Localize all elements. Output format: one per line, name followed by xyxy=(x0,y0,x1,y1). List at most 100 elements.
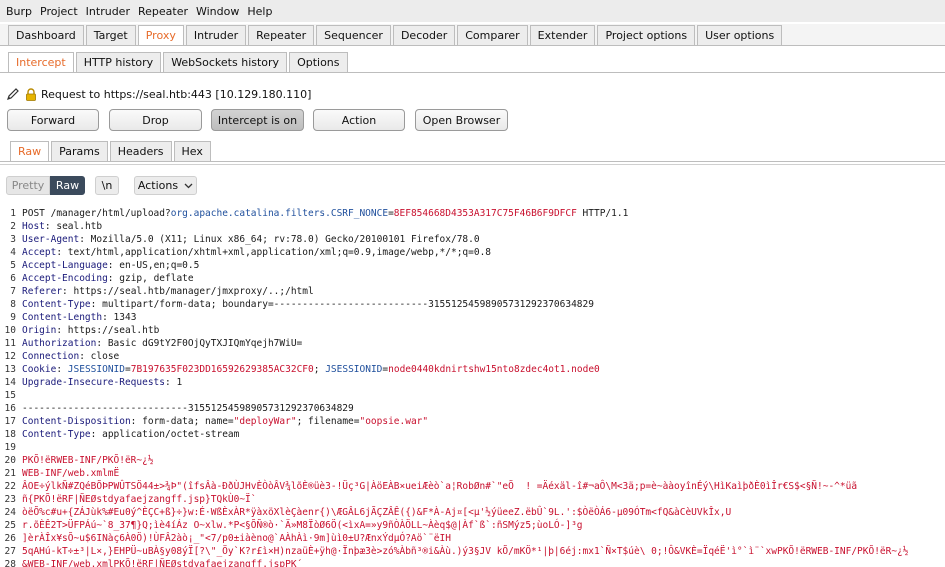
main-tabs: Dashboard Target Proxy Intruder Repeater Sequ… xyxy=(0,24,945,46)
line-number: 7 xyxy=(10,286,16,297)
header-sep: : xyxy=(130,416,143,427)
filename-value: "oopsie.war" xyxy=(359,416,429,427)
proxy-tab-intercept[interactable]: Intercept xyxy=(8,52,74,72)
line-number: 1 xyxy=(10,208,16,219)
menu-project[interactable]: Project xyxy=(40,5,78,18)
editor-line: 18 Content-Type: application/octet-stream xyxy=(0,428,945,441)
header-sep: : xyxy=(79,351,91,362)
header-sep: : xyxy=(107,273,120,284)
view-tab-params[interactable]: Params xyxy=(51,141,108,161)
request-editor[interactable]: 1 POST /manager/html/upload?org.apache.ca… xyxy=(0,207,945,567)
pencil-icon[interactable] xyxy=(6,87,20,101)
line-number: 24 xyxy=(4,507,16,518)
editor-line: 11 Authorization: Basic dG9tY2F0OjQyTXJIQ… xyxy=(0,337,945,350)
editor-line: 25 r.õÈÊ2T>ÜFPÁú~`8_37¶}Q;ìè4íÁz O~xlw.*P… xyxy=(0,519,945,532)
form-field-name: "deployWar" xyxy=(233,416,297,427)
line-number: 9 xyxy=(10,312,16,323)
editor-line: 2 Host: seal.htb xyxy=(0,220,945,233)
editor-line: 6 Accept-Encoding: gzip, deflate xyxy=(0,272,945,285)
line-number: 11 xyxy=(4,338,16,349)
editor-line: 17 Content-Disposition: form-data; name="… xyxy=(0,415,945,428)
tab-user-options[interactable]: User options xyxy=(697,25,783,45)
menu-window[interactable]: Window xyxy=(196,5,239,18)
tab-extender[interactable]: Extender xyxy=(529,25,596,45)
header-name: Content-Disposition xyxy=(22,416,131,427)
open-browser-button[interactable]: Open Browser xyxy=(415,109,508,131)
line-number: 18 xyxy=(4,429,16,440)
forward-button[interactable]: Forward xyxy=(7,109,99,131)
header-sep: : xyxy=(90,429,103,440)
line-code: PKÕ!ëRWEB-INF/PKÕ!ëR~¿½ xyxy=(22,454,154,467)
editor-line: 7 Referer: https://seal.htb/manager/jmxpr… xyxy=(0,285,945,298)
menu-bar: Burp Project Intruder Repeater Window Help xyxy=(0,0,945,22)
editor-line: 23 ñ{PKÕ!ëRF|ÑEØstdyafaejzangff.jsp}TQkÙ0… xyxy=(0,493,945,506)
cd-prefix: form-data; name= xyxy=(142,416,234,427)
pretty-toggle[interactable]: Pretty xyxy=(6,176,50,195)
tab-target[interactable]: Target xyxy=(85,25,136,45)
header-value: https://seal.htb/manager/jmxproxy/..;/ht… xyxy=(73,286,314,297)
header-value: gzip, deflate xyxy=(119,273,194,284)
line-code: Origin: https://seal.htb xyxy=(22,324,159,337)
editor-line: 4 Accept: text/html,application/xhtml+xml… xyxy=(0,246,945,259)
menu-burp[interactable]: Burp xyxy=(6,5,32,18)
menu-repeater[interactable]: Repeater xyxy=(138,5,188,18)
cookie-name: JSESSIONID xyxy=(325,364,383,375)
editor-line: 26]èrÀÎx¥sÕ~u$6INàç6À0Ö)!ÙFÂ2àò¡_"<7/p0±… xyxy=(0,532,945,545)
tab-proxy[interactable]: Proxy xyxy=(137,25,184,45)
line-code: Accept-Encoding: gzip, deflate xyxy=(22,272,194,285)
multipart-boundary: -----------------------------31551254598… xyxy=(22,403,354,414)
proxy-tab-http-history[interactable]: HTTP history xyxy=(75,52,162,72)
view-tab-headers[interactable]: Headers xyxy=(109,141,172,161)
raw-toggle[interactable]: Raw xyxy=(50,176,85,195)
line-code: 5qAHú-kT÷±³|L×,}EHPÜ~uBÀ§y08ýÏ[?\"_Öy`K?… xyxy=(22,545,909,558)
cookie-sep: ; xyxy=(313,364,326,375)
tab-decoder[interactable]: Decoder xyxy=(392,25,456,45)
header-sep: : xyxy=(79,234,91,245)
line-number: 28 xyxy=(4,559,16,567)
menu-help[interactable]: Help xyxy=(247,5,272,18)
header-name: Cookie xyxy=(22,364,57,375)
line-number: 27 xyxy=(4,546,16,557)
view-tab-raw[interactable]: Raw xyxy=(10,141,50,161)
proxy-tab-websockets-history[interactable]: WebSockets history xyxy=(163,52,288,72)
line-number: 22 xyxy=(4,481,16,492)
line-code: Cookie: JSESSIONID=7B197635F023DD1659262… xyxy=(22,363,600,376)
actions-label: Actions xyxy=(137,179,179,192)
header-name: Accept xyxy=(22,247,57,258)
editor-line: 12 Connection: close xyxy=(0,350,945,363)
intercept-toggle-button[interactable]: Intercept is on xyxy=(211,109,304,131)
header-name: Content-Length xyxy=(22,312,103,323)
editor-line: 9 Content-Length: 1343 xyxy=(0,311,945,324)
line-number: 8 xyxy=(10,299,16,310)
header-value: multipart/form-data; boundary=----------… xyxy=(102,299,594,310)
view-tab-hex[interactable]: Hex xyxy=(173,141,211,161)
tab-dashboard[interactable]: Dashboard xyxy=(8,25,84,45)
editor-line: 3 User-Agent: Mozilla/5.0 (X11; Linux x86… xyxy=(0,233,945,246)
line-code: ]èrÀÎx¥sÕ~u$6INàç6À0Ö)!ÙFÂ2àò¡_"<7/p0±ià… xyxy=(22,532,451,545)
tab-sequencer[interactable]: Sequencer xyxy=(316,25,391,45)
line-code: User-Agent: Mozilla/5.0 (X11; Linux x86_… xyxy=(22,233,480,246)
menu-intruder[interactable]: Intruder xyxy=(86,5,130,18)
actions-dropdown[interactable]: Actions xyxy=(134,176,197,195)
request-line-start: POST /manager/html/upload? xyxy=(22,208,171,219)
line-number: 3 xyxy=(10,234,16,245)
tab-comparer[interactable]: Comparer xyxy=(457,25,528,45)
binary-content: ÂOE÷ýlkÑ#ZQéBÕÞPWÛTSÖ44±>¾Þ"(îfsÂà-ÐðÙJH… xyxy=(22,481,858,492)
line-code: Content-Disposition: form-data; name="de… xyxy=(22,415,428,428)
editor-line: 5 Accept-Language: en-US,en;q=0.5 xyxy=(0,259,945,272)
line-number: 12 xyxy=(4,351,16,362)
action-button[interactable]: Action xyxy=(313,109,405,131)
tab-repeater[interactable]: Repeater xyxy=(248,25,315,45)
header-sep: : xyxy=(44,221,57,232)
http-version: HTTP/1.1 xyxy=(576,208,629,219)
line-number: 10 xyxy=(4,325,16,336)
proxy-tab-options[interactable]: Options xyxy=(289,52,348,72)
newline-toggle[interactable]: \n xyxy=(95,176,119,195)
tab-intruder[interactable]: Intruder xyxy=(185,25,247,45)
drop-button[interactable]: Drop xyxy=(109,109,202,131)
header-name: Content-Type xyxy=(22,429,91,440)
tab-project-options[interactable]: Project options xyxy=(597,25,696,45)
line-code: Authorization: Basic dG9tY2F0OjQyTXJIQmY… xyxy=(22,337,302,350)
line-number: 4 xyxy=(10,247,16,258)
line-code: ñ{PKÕ!ëRF|ÑEØstdyafaejzangff.jsp}TQkÙ0~Ï… xyxy=(22,493,257,506)
